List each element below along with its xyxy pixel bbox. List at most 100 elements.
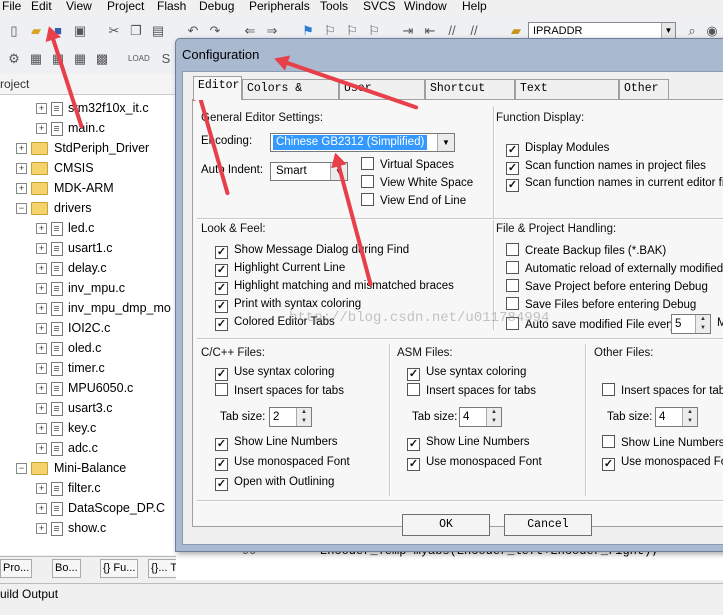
checkbox-box[interactable]: ✓ — [215, 478, 228, 491]
expand-icon[interactable]: + — [36, 103, 47, 115]
tree-file-usart3[interactable]: + usart3.c — [36, 399, 112, 417]
indent-icon[interactable]: ⇥ — [400, 23, 416, 39]
chevron-down-icon[interactable]: ▼ — [661, 23, 675, 38]
bookmark-clear-icon[interactable]: ⚐ — [366, 23, 382, 39]
checkbox-box[interactable]: ✓ — [215, 282, 228, 295]
ok-button[interactable]: OK — [402, 514, 490, 536]
find-in-files-icon[interactable]: ▰ — [508, 23, 524, 39]
target-options-icon[interactable]: S — [158, 51, 174, 67]
checkbox-box[interactable]: ✓ — [215, 246, 228, 259]
checkbox-box[interactable]: ✓ — [215, 368, 228, 381]
tree-file-adc[interactable]: + adc.c — [36, 439, 98, 457]
menu-window[interactable]: Window — [404, 0, 447, 13]
display-modules-checkbox[interactable]: ✓ Display Modules — [506, 141, 609, 157]
menu-file[interactable]: File — [2, 0, 21, 13]
tree-file-delay[interactable]: + delay.c — [36, 259, 107, 277]
highlight-braces-checkbox[interactable]: ✓ Highlight matching and mismatched brace… — [215, 279, 454, 295]
debug-icon[interactable]: ◉ — [704, 23, 720, 39]
tree-file-inv-mpu-dmp[interactable]: + inv_mpu_dmp_mo — [36, 299, 171, 317]
spinner-arrows-icon[interactable]: ▲ ▼ — [486, 408, 501, 426]
build-output-label[interactable]: uild Output — [0, 587, 58, 601]
scan-project-files-checkbox[interactable]: ✓ Scan function names in project files — [506, 159, 706, 175]
expand-icon[interactable]: + — [36, 503, 47, 515]
other-monospaced-font-checkbox[interactable]: ✓Use monospaced Font — [602, 455, 723, 471]
checkbox-box[interactable]: ✓ — [506, 179, 519, 192]
copy-icon[interactable]: ❐ — [128, 23, 144, 39]
tree-file-led[interactable]: + led.c — [36, 219, 94, 237]
highlight-current-line-checkbox[interactable]: ✓ Highlight Current Line — [215, 261, 345, 277]
c-open-outlining-checkbox[interactable]: ✓ Open with Outlining — [215, 475, 334, 491]
checkbox-box[interactable]: ✓ — [215, 318, 228, 331]
tab-text-completion[interactable]: Text Completion — [515, 79, 619, 113]
collapse-icon[interactable]: − — [16, 463, 27, 475]
spinner-arrows-icon[interactable]: ▲ ▼ — [296, 408, 311, 426]
checkbox-box[interactable]: ✓ — [407, 368, 420, 381]
menu-help[interactable]: Help — [462, 0, 487, 13]
tree-file-timer[interactable]: + timer.c — [36, 359, 105, 377]
target-combo[interactable]: IPRADDR ▼ — [528, 22, 676, 39]
chevron-down-icon[interactable]: ▼ — [437, 134, 454, 151]
menu-flash[interactable]: Flash — [157, 0, 186, 13]
bookmark-next-icon[interactable]: ⚐ — [344, 23, 360, 39]
c-show-line-numbers-checkbox[interactable]: ✓ Show Line Numbers — [215, 435, 338, 451]
checkbox-box[interactable] — [361, 157, 374, 170]
expand-icon[interactable]: + — [36, 123, 47, 135]
checkbox-box[interactable] — [506, 279, 519, 292]
asm-insert-spaces-checkbox[interactable]: Insert spaces for tabs — [407, 383, 536, 398]
tree-file-datascope[interactable]: + DataScope_DP.C — [36, 499, 165, 517]
checkbox-box[interactable] — [602, 383, 615, 396]
view-end-of-line-checkbox[interactable]: View End of Line — [361, 193, 466, 208]
tree-file-main[interactable]: + main.c — [36, 119, 105, 137]
build-icon[interactable]: ▦ — [28, 51, 44, 67]
expand-icon[interactable]: + — [36, 523, 47, 535]
new-file-icon[interactable]: ▯ — [6, 23, 22, 39]
tree-file-ioi2c[interactable]: + IOI2C.c — [36, 319, 110, 337]
checkbox-box[interactable] — [602, 435, 615, 448]
checkbox-box[interactable]: ✓ — [215, 458, 228, 471]
other-show-line-numbers-checkbox[interactable]: Show Line Numbers — [602, 435, 723, 450]
tree-folder-drivers[interactable]: − drivers — [16, 199, 92, 217]
other-insert-spaces-checkbox[interactable]: Insert spaces for tabs — [602, 383, 723, 398]
checkbox-box[interactable]: ✓ — [506, 144, 519, 157]
nav-back-icon[interactable]: ⇐ — [242, 23, 258, 39]
auto-save-interval-spinner[interactable]: 5 ▲ ▼ — [671, 314, 711, 334]
settings-icon[interactable]: ⚙ — [6, 51, 22, 67]
tree-folder-cmsis[interactable]: + CMSIS — [16, 159, 94, 177]
spinner-arrows-icon[interactable]: ▲ ▼ — [695, 315, 710, 333]
expand-icon[interactable]: + — [36, 263, 47, 275]
tree-folder-mini-balance[interactable]: − Mini-Balance — [16, 459, 126, 477]
asm-tab-size-spinner[interactable]: 4 ▲ ▼ — [459, 407, 502, 427]
batch-build-icon[interactable]: ▦ — [72, 51, 88, 67]
checkbox-box[interactable] — [407, 383, 420, 396]
expand-icon[interactable]: + — [36, 483, 47, 495]
expand-icon[interactable]: + — [36, 243, 47, 255]
tree-file-mpu6050[interactable]: + MPU6050.c — [36, 379, 133, 397]
save-all-icon[interactable]: ▣ — [72, 23, 88, 39]
redo-icon[interactable]: ↷ — [207, 23, 223, 39]
menu-tools[interactable]: Tools — [320, 0, 348, 13]
checkbox-box[interactable]: ✓ — [407, 458, 420, 471]
expand-icon[interactable]: + — [16, 163, 27, 175]
checkbox-box[interactable]: ✓ — [215, 264, 228, 277]
checkbox-box[interactable]: ✓ — [215, 300, 228, 313]
tab-colors-fonts[interactable]: Colors & Fonts — [242, 79, 339, 113]
expand-icon[interactable]: + — [36, 343, 47, 355]
other-tab-size-spinner[interactable]: 4 ▲ ▼ — [655, 407, 698, 427]
checkbox-box[interactable] — [215, 383, 228, 396]
checkbox-box[interactable]: ✓ — [215, 438, 228, 451]
nav-forward-icon[interactable]: ⇒ — [264, 23, 280, 39]
c-monospaced-font-checkbox[interactable]: ✓ Use monospaced Font — [215, 455, 350, 471]
tab-editor[interactable]: Editor — [193, 76, 242, 100]
tree-file-usart1[interactable]: + usart1.c — [36, 239, 112, 257]
checkbox-box[interactable] — [506, 297, 519, 310]
tab-shortcut-keys[interactable]: Shortcut Keys — [425, 79, 515, 113]
auto-reload-checkbox[interactable]: Automatic reload of externally modified … — [506, 261, 723, 276]
tree-file-stm32f10x-it[interactable]: + stm32f10x_it.c — [36, 99, 149, 117]
expand-icon[interactable]: + — [36, 223, 47, 235]
c-syntax-coloring-checkbox[interactable]: ✓ Use syntax coloring — [215, 365, 334, 381]
unindent-icon[interactable]: ⇤ — [422, 23, 438, 39]
expand-icon[interactable]: + — [36, 383, 47, 395]
expand-icon[interactable]: + — [16, 143, 27, 155]
c-tab-size-spinner[interactable]: 2 ▲ ▼ — [269, 407, 312, 427]
checkbox-box[interactable] — [506, 261, 519, 274]
